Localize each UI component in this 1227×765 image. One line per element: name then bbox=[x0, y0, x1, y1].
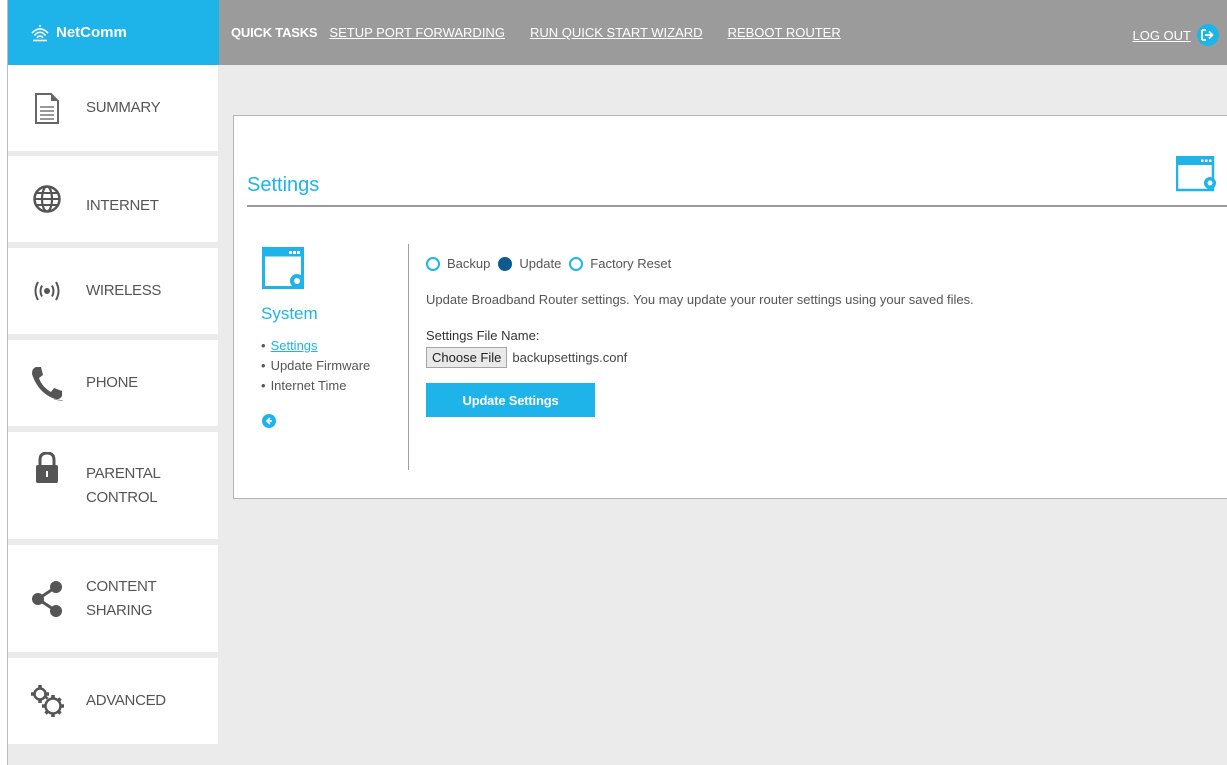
radio-circle[interactable] bbox=[498, 256, 513, 271]
sidebar-item-text: PARENTAL CONTROL bbox=[86, 462, 161, 510]
sidebar-item-internet[interactable]: INTERNET bbox=[8, 156, 218, 242]
back-arrow-icon[interactable] bbox=[262, 414, 276, 428]
gears-icon bbox=[8, 684, 86, 718]
radio-label: Factory Reset bbox=[590, 256, 672, 271]
settings-file-name-label: Settings File Name: bbox=[426, 328, 540, 343]
brand-name: NetComm bbox=[56, 24, 127, 41]
lock-icon bbox=[8, 452, 86, 484]
window-left-edge bbox=[0, 0, 8, 765]
sidebar-item-label: PHONE bbox=[86, 374, 138, 391]
settings-window-icon bbox=[1175, 155, 1218, 197]
settings-panel: Settings System Settings Update Firmware… bbox=[233, 115, 1227, 499]
share-icon bbox=[8, 580, 86, 618]
sidebar-item-content-sharing[interactable]: CONTENT SHARING bbox=[8, 545, 218, 652]
sidebar-item-label: INTERNET bbox=[86, 197, 159, 214]
file-input: Choose File backupsettings.conf bbox=[426, 347, 627, 368]
radio-label: Backup bbox=[447, 256, 491, 271]
logout-label: LOG OUT bbox=[1132, 27, 1191, 43]
choose-file-button[interactable]: Choose File bbox=[426, 347, 508, 368]
factory-reset-radio[interactable]: Factory Reset bbox=[569, 256, 671, 271]
radio-circle[interactable] bbox=[426, 256, 440, 271]
brand-logo[interactable]: NetComm bbox=[8, 0, 219, 65]
submenu-item-settings[interactable]: Settings bbox=[261, 336, 370, 356]
submenu-item-label[interactable]: Settings bbox=[271, 338, 318, 353]
logout-button[interactable]: LOG OUT bbox=[1132, 24, 1219, 46]
quick-tasks-label: QUICK TASKS bbox=[231, 25, 318, 40]
sidebar-item-label: PARENTAL bbox=[86, 464, 161, 482]
sidebar-item-label: SHARING bbox=[86, 601, 153, 619]
sidebar-item-phone[interactable]: PHONE bbox=[8, 340, 218, 426]
title-divider bbox=[247, 205, 1227, 207]
radio-circle[interactable] bbox=[569, 256, 584, 271]
submenu-item-label[interactable]: Update Firmware bbox=[271, 358, 371, 373]
backup-radio[interactable]: Backup bbox=[426, 256, 490, 271]
system-window-icon bbox=[262, 247, 308, 298]
wireless-icon bbox=[8, 280, 86, 302]
quick-tasks-bar: QUICK TASKS SETUP PORT FORWARDING RUN QU… bbox=[219, 0, 1227, 65]
sidebar-item-label: SUMMARY bbox=[86, 99, 161, 116]
document-icon bbox=[8, 92, 86, 124]
sidebar-item-label: ADVANCED bbox=[86, 692, 166, 709]
setup-port-forwarding-link[interactable]: SETUP PORT FORWARDING bbox=[329, 25, 505, 40]
selected-file-name: backupsettings.conf bbox=[512, 350, 628, 365]
system-section-title: System bbox=[261, 304, 318, 323]
sidebar-item-label: CONTROL bbox=[86, 488, 158, 506]
sidebar-item-label: CONTENT bbox=[86, 577, 157, 595]
system-submenu: Settings Update Firmware Internet Time bbox=[261, 336, 371, 396]
sidebar-item-parental-control[interactable]: PARENTAL CONTROL bbox=[8, 432, 218, 539]
page-title: Settings bbox=[247, 174, 320, 196]
submenu-item-label[interactable]: Internet Time bbox=[271, 378, 347, 393]
reboot-router-link[interactable]: REBOOT ROUTER bbox=[728, 25, 841, 40]
update-description: Update Broadband Router settings. You ma… bbox=[426, 292, 974, 307]
run-quick-start-wizard-link[interactable]: RUN QUICK START WIZARD bbox=[530, 25, 703, 40]
sidebar-item-text: CONTENT SHARING bbox=[86, 575, 157, 623]
vertical-divider bbox=[408, 244, 409, 470]
update-radio[interactable]: Update bbox=[498, 256, 561, 271]
update-settings-button[interactable]: Update Settings bbox=[426, 383, 595, 417]
mode-radio-group: Backup Update Factory Reset bbox=[426, 256, 679, 271]
sidebar-item-advanced[interactable]: ADVANCED bbox=[8, 658, 218, 744]
submenu-item-update-firmware[interactable]: Update Firmware bbox=[261, 356, 371, 376]
sidebar-item-label: WIRELESS bbox=[86, 282, 162, 299]
radio-label: Update bbox=[519, 256, 562, 271]
logout-icon bbox=[1197, 24, 1219, 46]
phone-icon bbox=[8, 365, 86, 401]
sidebar-item-summary[interactable]: SUMMARY bbox=[8, 65, 218, 151]
sidebar-item-wireless[interactable]: WIRELESS bbox=[8, 248, 218, 334]
wifi-logo-icon bbox=[31, 24, 49, 41]
submenu-item-internet-time[interactable]: Internet Time bbox=[261, 376, 370, 396]
globe-icon bbox=[8, 185, 86, 213]
